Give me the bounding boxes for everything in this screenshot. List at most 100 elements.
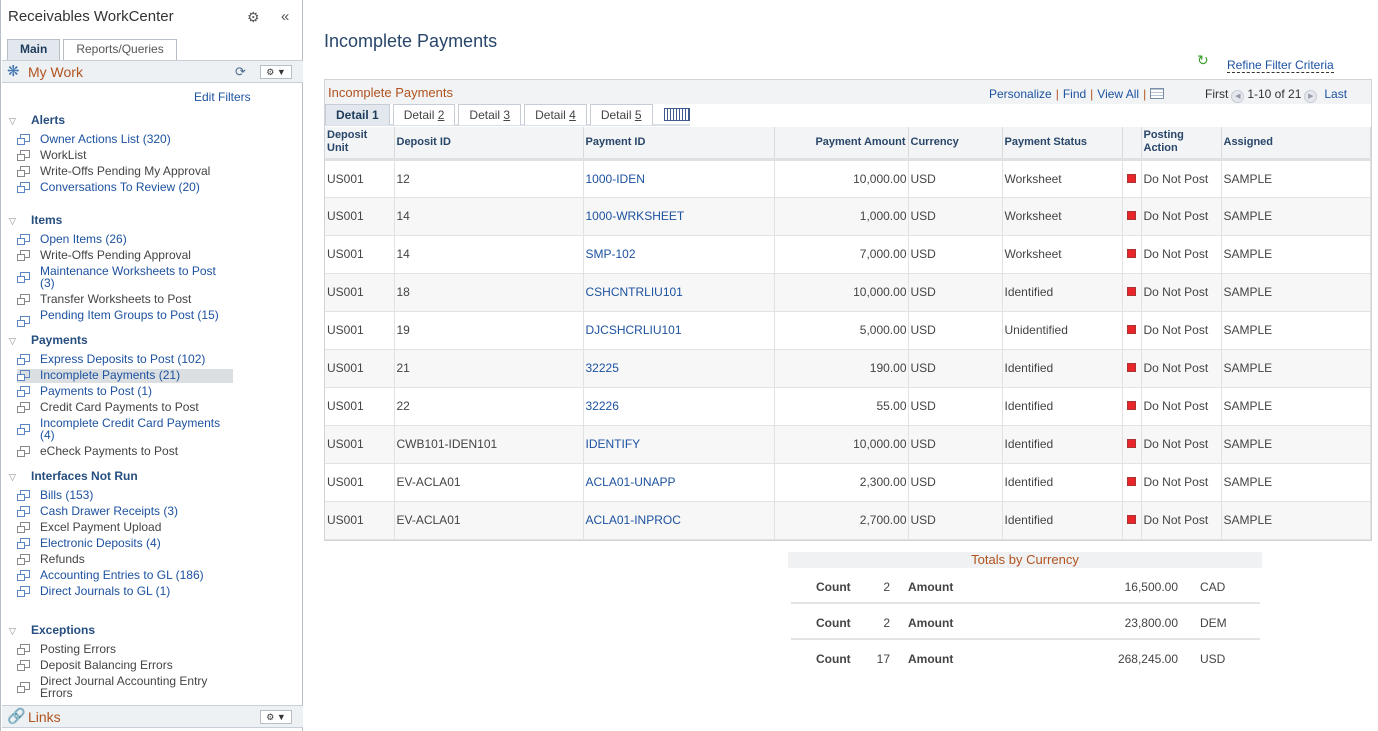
sidebar-item[interactable]: Excel Payment Upload — [17, 521, 233, 535]
collapse-icon[interactable]: « — [281, 8, 289, 25]
sidebar-item[interactable]: Direct Journal Accounting Entry Errors — [17, 675, 233, 701]
section-alerts[interactable]: ▽ Alerts — [9, 113, 65, 127]
cell-assigned: SAMPLE — [1221, 159, 1371, 198]
sidebar-item[interactable]: Incomplete Payments (21) — [17, 369, 233, 383]
find-link[interactable]: Find — [1063, 87, 1086, 101]
tab-key: 5 — [634, 108, 642, 122]
collapse-triangle-icon[interactable]: ▽ — [9, 472, 23, 483]
download-to-excel-icon[interactable] — [1150, 88, 1165, 99]
section-payments[interactable]: ▽ Payments — [9, 333, 88, 347]
pod-options-menu[interactable]: ⚙ ▼ — [260, 710, 292, 724]
sidebar-item[interactable]: Open Items (26) — [17, 233, 233, 247]
sidebar-item[interactable]: Direct Journals to GL (1) — [17, 585, 233, 599]
refresh-icon[interactable]: ⟳ — [235, 64, 246, 80]
sidebar-item[interactable]: Payments to Post (1) — [17, 385, 233, 399]
cell-payment-amount: 2,300.00 — [774, 463, 909, 502]
sidebar-item[interactable]: Transfer Worksheets to Post — [17, 293, 233, 307]
table-row[interactable]: US001 19 DJCSHCRLIU101 5,000.00 USD Unidentif… — [325, 311, 1371, 350]
tab-main[interactable]: Main — [7, 39, 61, 60]
col-payment-amount[interactable]: Payment Amount — [774, 127, 909, 161]
payment-id-link[interactable]: 32225 — [583, 349, 775, 388]
collapse-triangle-icon[interactable]: ▽ — [9, 626, 23, 637]
sidebar-item[interactable]: Refunds — [17, 553, 233, 567]
col-assigned[interactable]: Assigned — [1221, 127, 1371, 161]
gear-icon[interactable]: ⚙ — [247, 10, 261, 24]
table-row[interactable]: US001 14 1000-WRKSHEET 1,000.00 USD Worksheet… — [325, 197, 1371, 236]
col-payment-id[interactable]: Payment ID — [583, 127, 775, 161]
table-row[interactable]: US001 CWB101-IDEN101 IDENTIFY 10,000.00 USD I… — [325, 425, 1371, 464]
col-deposit-id[interactable]: Deposit ID — [394, 127, 584, 161]
sidebar-item[interactable]: Bills (153) — [17, 489, 233, 503]
my-work-title[interactable]: My Work — [28, 64, 83, 80]
table-row[interactable]: US001 14 SMP-102 7,000.00 USD Worksheet Do Not… — [325, 235, 1371, 274]
collapse-triangle-icon[interactable]: ▽ — [9, 216, 23, 227]
tab-detail-3[interactable]: Detail 3 — [458, 104, 522, 125]
sidebar-item[interactable]: Write-Offs Pending My Approval — [17, 165, 233, 179]
sidebar-item[interactable]: Write-Offs Pending Approval — [17, 249, 233, 263]
sidebar-item[interactable]: Owner Actions List (320) — [17, 133, 233, 147]
cell-posting-action: Do Not Post — [1141, 311, 1222, 350]
tab-detail-4[interactable]: Detail 4 — [524, 104, 587, 125]
sidebar-item[interactable]: Pending Item Groups to Post (15) — [17, 309, 233, 335]
personalize-link[interactable]: Personalize — [989, 87, 1052, 101]
col-currency[interactable]: Currency — [908, 127, 1003, 161]
tab-detail-5[interactable]: Detail 5 — [589, 104, 653, 125]
status-indicator — [1122, 349, 1142, 388]
links-title[interactable]: Links — [28, 709, 61, 725]
payment-id-link[interactable]: 1000-IDEN — [583, 159, 775, 198]
sidebar-item[interactable]: Incomplete Credit Card Payments (4) — [17, 417, 233, 443]
next-arrow-icon[interactable]: ▶ — [1304, 90, 1318, 103]
tab-detail-1[interactable]: Detail 1 — [325, 104, 390, 125]
status-indicator — [1122, 501, 1142, 540]
payment-id-link[interactable]: 1000-WRKSHEET — [583, 197, 775, 236]
sidebar-item[interactable]: Deposit Balancing Errors — [17, 659, 233, 673]
table-row[interactable]: US001 EV-ACLA01 ACLA01-INPROC 2,700.00 USD Id… — [325, 501, 1371, 540]
col-posting-action[interactable]: Posting Action — [1141, 127, 1222, 161]
payment-id-link[interactable]: ACLA01-UNAPP — [583, 463, 775, 502]
tab-reports-queries[interactable]: Reports/Queries — [63, 39, 177, 60]
sidebar-item-label: eCheck Payments to Post — [40, 444, 179, 458]
cell-payment-status: Unidentified — [1002, 311, 1123, 350]
sidebar-item[interactable]: WorkList — [17, 149, 233, 163]
section-exceptions[interactable]: ▽ Exceptions — [9, 623, 95, 637]
payment-id-link[interactable]: CSHCNTRLIU101 — [583, 273, 775, 312]
payment-id-link[interactable]: SMP-102 — [583, 235, 775, 274]
table-row[interactable]: US001 22 32226 55.00 USD Identified Do Not Pos… — [325, 387, 1371, 426]
table-row[interactable]: US001 21 32225 190.00 USD Identified Do Not Po… — [325, 349, 1371, 388]
sidebar-item[interactable]: Electronic Deposits (4) — [17, 537, 233, 551]
col-deposit-unit[interactable]: Deposit Unit — [325, 127, 395, 161]
sidebar-item[interactable]: eCheck Payments to Post — [17, 445, 233, 459]
cell-payment-status: Identified — [1002, 463, 1123, 502]
col-payment-status[interactable]: Payment Status — [1002, 127, 1123, 161]
sidebar-item[interactable]: Conversations To Review (20) — [17, 181, 233, 195]
sidebar-item[interactable]: Express Deposits to Post (102) — [17, 353, 233, 367]
table-row[interactable]: US001 12 1000-IDEN 10,000.00 USD Worksheet Do … — [325, 159, 1371, 198]
tab-detail-2[interactable]: Detail 2 — [392, 104, 456, 125]
sidebar-item-label: Conversations To Review (20) — [40, 180, 200, 194]
pod-options-menu[interactable]: ⚙ ▼ — [260, 65, 292, 79]
sidebar-item[interactable]: Credit Card Payments to Post — [17, 401, 233, 415]
collapse-triangle-icon[interactable]: ▽ — [9, 336, 23, 347]
table-row[interactable]: US001 18 CSHCNTRLIU101 10,000.00 USD Identifi… — [325, 273, 1371, 312]
view-all-link[interactable]: View All — [1097, 87, 1139, 101]
cell-payment-status: Identified — [1002, 273, 1123, 312]
sidebar-item[interactable]: Accounting Entries to GL (186) — [17, 569, 233, 583]
section-items[interactable]: ▽ Items — [9, 213, 62, 227]
sidebar-item[interactable]: Maintenance Worksheets to Post (3) — [17, 265, 233, 291]
edit-filters-link[interactable]: Edit Filters — [194, 90, 251, 104]
collapse-triangle-icon[interactable]: ▽ — [9, 116, 23, 127]
pager-last-link[interactable]: Last — [1324, 87, 1347, 101]
show-all-columns-icon[interactable] — [663, 108, 690, 121]
payment-id-link[interactable]: ACLA01-INPROC — [583, 501, 775, 540]
table-row[interactable]: US001 EV-ACLA01 ACLA01-UNAPP 2,300.00 USD Ide… — [325, 463, 1371, 502]
payment-id-link[interactable]: IDENTIFY — [583, 425, 775, 464]
cell-payment-amount: 55.00 — [774, 387, 909, 426]
sidebar-item[interactable]: Posting Errors — [17, 643, 233, 657]
refresh-icon[interactable]: ↻ — [1197, 52, 1209, 69]
previous-arrow-icon[interactable]: ◀ — [1231, 90, 1245, 103]
payment-id-link[interactable]: DJCSHCRLIU101 — [583, 311, 775, 350]
refine-filter-criteria-link[interactable]: Refine Filter Criteria — [1227, 59, 1334, 73]
payment-id-link[interactable]: 32226 — [583, 387, 775, 426]
sidebar-item[interactable]: Cash Drawer Receipts (3) — [17, 505, 233, 519]
section-interfaces-not-run[interactable]: ▽ Interfaces Not Run — [9, 469, 138, 483]
